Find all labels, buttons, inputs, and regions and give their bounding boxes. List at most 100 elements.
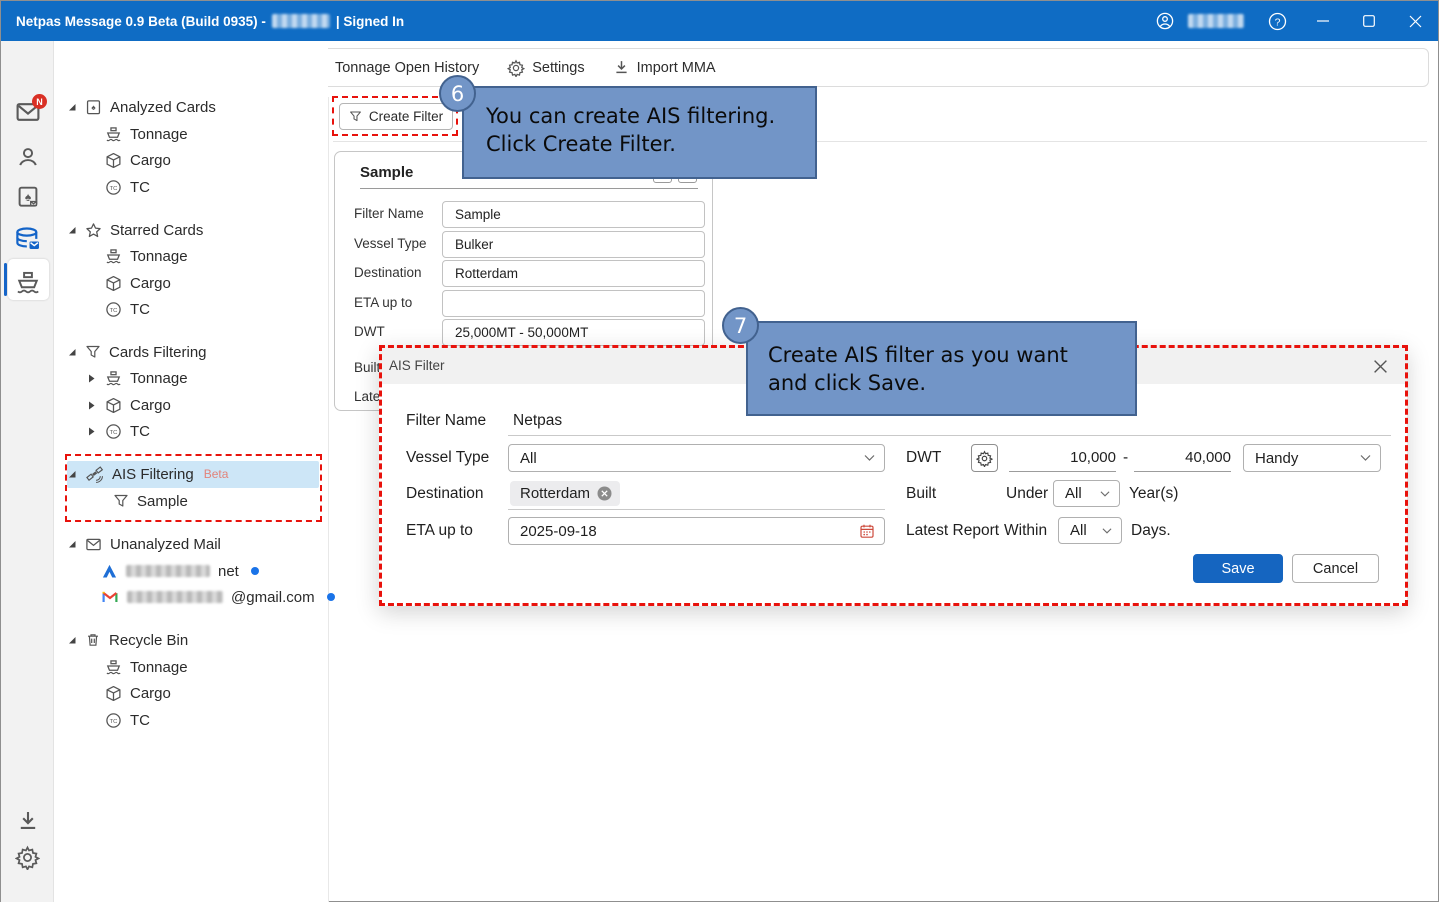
filter-name-value[interactable]: Netpas <box>513 412 562 430</box>
sidebar-item-recycle-tonnage[interactable]: Tonnage <box>105 654 188 680</box>
card-spade-icon: ♠ <box>85 99 102 116</box>
rail-contacts-button[interactable] <box>1 137 54 177</box>
sidebar-item-label: Tonnage <box>130 248 188 265</box>
dwt-input[interactable]: 25,000MT - 50,000MT <box>442 319 705 346</box>
maximize-button[interactable] <box>1346 1 1392 41</box>
sidebar-item-ais-sample[interactable]: Sample <box>113 488 188 514</box>
sidebar-item-cards-filtering[interactable]: Cards Filtering <box>67 339 207 365</box>
calendar-icon[interactable] <box>859 523 875 539</box>
latest-report-dropdown[interactable]: All <box>1058 517 1122 544</box>
card-title: Sample <box>360 164 413 181</box>
callout-6-line-1: You can create AIS filtering. <box>486 102 815 130</box>
tree-expanded-icon[interactable] <box>67 102 77 112</box>
rail-ship-button[interactable] <box>1 263 54 303</box>
latest-report-label: Latest Report <box>906 522 999 540</box>
dialog-close-button[interactable] <box>1367 353 1393 379</box>
tree-expanded-icon[interactable] <box>67 225 77 235</box>
tree-expanded-icon[interactable] <box>67 347 77 357</box>
svg-text:TC: TC <box>110 185 118 191</box>
vessel-type-label: Vessel Type <box>406 449 489 467</box>
tree-expanded-icon[interactable] <box>67 539 77 549</box>
tree-collapsed-icon[interactable] <box>87 426 97 437</box>
callout-7-line-2: and click Save. <box>768 369 1135 397</box>
gmail-icon <box>101 588 119 606</box>
latest-report-prefix: Within <box>1004 522 1047 540</box>
tc-icon: TC <box>105 423 122 440</box>
dwt-min-input[interactable]: 10,000 <box>1009 449 1116 466</box>
dwt-max-input[interactable]: 40,000 <box>1134 449 1231 466</box>
sidebar-item-starred-cargo[interactable]: Cargo <box>105 270 171 296</box>
toolbar-tonnage-history-button[interactable]: Tonnage Open History <box>310 59 479 77</box>
help-button[interactable]: ? <box>1254 1 1300 41</box>
remove-chip-icon[interactable] <box>597 486 612 501</box>
tree-expanded-icon[interactable] <box>67 635 77 645</box>
sidebar-item-mail-account-1[interactable]: net <box>101 558 259 584</box>
sidebar-item-label: Cards Filtering <box>109 344 207 361</box>
built-dropdown[interactable]: All <box>1053 480 1120 507</box>
sidebar-item-recycle-bin[interactable]: Recycle Bin <box>67 627 188 653</box>
sidebar-item-starred-tc[interactable]: TC TC <box>105 296 150 322</box>
sidebar-item-recycle-cargo[interactable]: Cargo <box>105 680 171 706</box>
sidebar-item-mail-account-2[interactable]: @gmail.com <box>101 584 335 610</box>
destination-input[interactable]: Rotterdam <box>442 260 705 287</box>
sidebar-item-starred-cards[interactable]: Starred Cards <box>67 217 203 243</box>
account-button[interactable] <box>1142 1 1188 41</box>
built-value: All <box>1065 485 1082 502</box>
blurred-email-address <box>126 565 210 577</box>
dwt-separator: - <box>1123 449 1128 467</box>
svg-text:?: ? <box>1274 16 1280 28</box>
cube-icon <box>105 275 122 292</box>
sidebar-item-analyzed-tc[interactable]: TC TC <box>105 174 150 200</box>
sidebar-item-ais-filtering[interactable]: AIS Filtering Beta <box>67 461 228 487</box>
gear-icon <box>507 59 525 77</box>
rail-cards-button[interactable]: ♠ <box>1 177 54 217</box>
cancel-label: Cancel <box>1313 561 1358 577</box>
sidebar-item-analyzed-cards[interactable]: ♠ Analyzed Cards <box>67 94 216 120</box>
destination-underline <box>508 509 885 510</box>
field-value: Rotterdam <box>455 266 518 281</box>
create-filter-label: Create Filter <box>369 109 443 124</box>
toolbar-import-mma-button[interactable]: Import MMA <box>613 59 716 76</box>
vessel-type-input[interactable]: Bulker <box>442 231 705 258</box>
sidebar-item-starred-tonnage[interactable]: Tonnage <box>105 243 188 269</box>
rail-analyzed-db-button[interactable] <box>1 219 54 259</box>
dwt-label: DWT <box>906 449 941 467</box>
sidebar-item-unanalyzed-mail[interactable]: Unanalyzed Mail <box>67 531 221 557</box>
callout-6-box: You can create AIS filtering. Click Crea… <box>462 86 817 179</box>
minimize-button[interactable] <box>1300 1 1346 41</box>
tree-collapsed-icon[interactable] <box>87 373 97 384</box>
badge-text: N <box>36 97 43 107</box>
sidebar-item-filtering-tonnage[interactable]: Tonnage <box>87 365 188 391</box>
tree-expanded-icon[interactable] <box>67 469 77 479</box>
destination-chip[interactable]: Rotterdam <box>510 481 620 506</box>
save-label: Save <box>1221 561 1254 577</box>
sidebar-item-analyzed-tonnage[interactable]: Tonnage <box>105 121 188 147</box>
chevron-down-icon <box>864 455 875 462</box>
tree-collapsed-icon[interactable] <box>87 400 97 411</box>
sidebar-item-label: Tonnage <box>130 370 188 387</box>
eta-date-input[interactable]: 2025-09-18 <box>508 517 885 545</box>
provider-logo-icon <box>101 563 118 580</box>
sidebar-item-filtering-tc[interactable]: TC TC <box>87 418 150 444</box>
rail-settings-button[interactable] <box>1 837 54 877</box>
toolbar-settings-button[interactable]: Settings <box>507 59 584 77</box>
sidebar-item-filtering-cargo[interactable]: Cargo <box>87 392 171 418</box>
save-button[interactable]: Save <box>1193 554 1283 583</box>
vessel-type-dropdown[interactable]: All <box>508 444 885 472</box>
sidebar-item-label: TC <box>130 423 150 440</box>
cube-icon <box>105 152 122 169</box>
cancel-button[interactable]: Cancel <box>1292 554 1379 583</box>
sidebar-item-label: Cargo <box>130 685 171 702</box>
sidebar-item-recycle-tc[interactable]: TC TC <box>105 707 150 733</box>
create-filter-button[interactable]: Create Filter <box>339 103 453 130</box>
maximize-icon <box>1363 15 1375 27</box>
rail-download-button[interactable] <box>1 801 54 841</box>
dwt-settings-button[interactable] <box>971 444 998 472</box>
gear-icon <box>976 450 993 467</box>
sidebar-item-analyzed-cargo[interactable]: Cargo <box>105 147 171 173</box>
close-button[interactable] <box>1392 1 1438 41</box>
eta-input[interactable] <box>442 290 705 317</box>
funnel-icon <box>113 493 129 509</box>
filter-name-input[interactable]: Sample <box>442 201 705 228</box>
dwt-class-dropdown[interactable]: Handy <box>1243 444 1381 472</box>
